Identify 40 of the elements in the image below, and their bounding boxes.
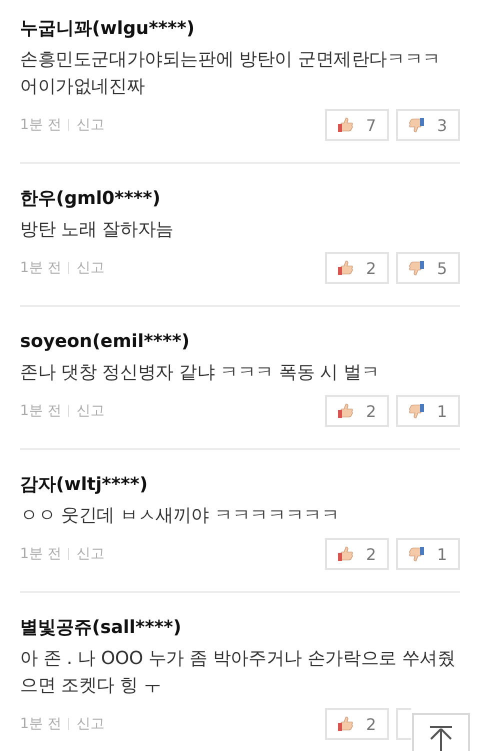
time-ago: 1분 전 <box>20 545 62 563</box>
report-link[interactable]: 신고 <box>76 545 104 563</box>
time-ago: 1분 전 <box>20 402 62 420</box>
time-ago: 1분 전 <box>20 116 62 134</box>
author-name: 한우(gml0****) <box>20 187 162 211</box>
report-link[interactable]: 신고 <box>76 402 104 420</box>
report-link[interactable]: 신고 <box>76 715 104 733</box>
thumbs-down-icon <box>408 260 425 276</box>
author-name: 누굽니꽈(wlgu****) <box>20 17 196 41</box>
time-ago: 1분 전 <box>20 715 62 733</box>
scroll-to-top-button[interactable] <box>412 713 470 751</box>
dislike-button[interactable]: 1 <box>396 538 460 570</box>
report-link[interactable]: 신고 <box>76 116 104 134</box>
thumbs-up-icon <box>337 260 354 276</box>
comment-text: 손흥민도군대가야되는판에 방탄이 군면제란다ㅋㅋㅋ 어이가없네진짜 <box>20 48 442 99</box>
comment-text: ㅇㅇ 웃긴데 ㅂㅅ새끼야 ㅋㅋㅋㅋㅋㅋㅋ <box>20 504 340 528</box>
thumbs-down-icon <box>408 546 425 562</box>
thumbs-up-icon <box>337 546 354 562</box>
like-button[interactable]: 2 <box>325 252 389 284</box>
like-button[interactable]: 7 <box>325 109 389 141</box>
thumbs-down-icon <box>408 117 425 133</box>
report-link[interactable]: 신고 <box>76 259 104 277</box>
thumbs-down-icon <box>408 403 425 419</box>
arrow-up-icon <box>428 725 454 751</box>
like-button[interactable]: 2 <box>325 538 389 570</box>
author-name: 감자(wltj****) <box>20 473 149 497</box>
thumbs-up-icon <box>337 403 354 419</box>
dislike-button[interactable]: 3 <box>396 109 460 141</box>
thumbs-up-icon <box>337 716 354 732</box>
dislike-button[interactable]: 5 <box>396 252 460 284</box>
like-button[interactable]: 2 <box>325 708 389 740</box>
like-button[interactable]: 2 <box>325 395 389 427</box>
comment-text: 아 존 . 나 OOO 누가 좀 박아주거나 손가락으로 쑤셔줬으면 조켓다 힝 ㅜ <box>20 647 456 698</box>
dislike-button[interactable]: 1 <box>396 395 460 427</box>
author-name: soyeon(emil****) <box>20 330 191 354</box>
author-name: 별빛공쥬(sall****) <box>20 616 182 640</box>
comment-text: 존나 댓창 정신병자 같냐 ㅋㅋㅋ 폭동 시 벌ㅋ <box>20 361 380 385</box>
thumbs-up-icon <box>337 117 354 133</box>
comment-text: 방탄 노래 잘하자늠 <box>20 218 174 242</box>
time-ago: 1분 전 <box>20 259 62 277</box>
